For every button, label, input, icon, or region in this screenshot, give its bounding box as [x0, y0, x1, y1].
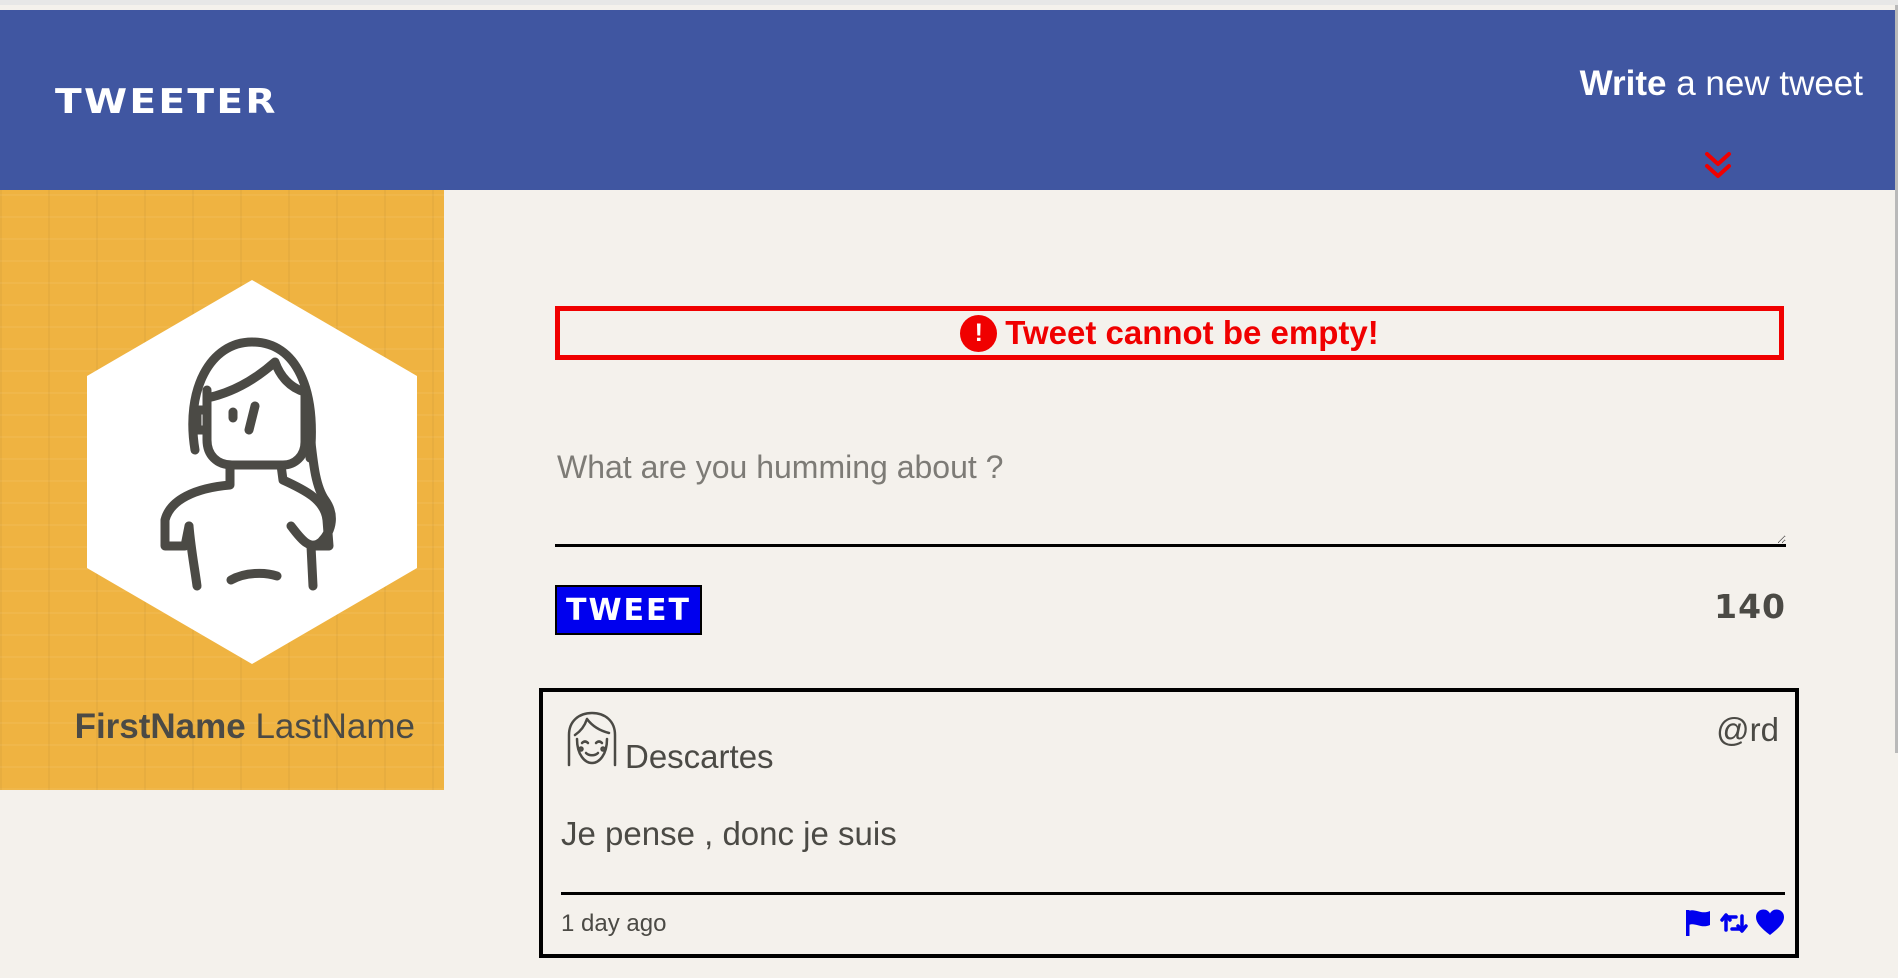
- tweet-body: Je pense , donc je suis: [561, 815, 897, 852]
- heart-icon[interactable]: [1755, 908, 1785, 938]
- app-frame: TWEETER Write a new tweet FirstName Last…: [0, 0, 1898, 978]
- brand-logo: TWEETER: [55, 82, 278, 122]
- profile-name: FirstName LastName: [75, 707, 415, 747]
- tweet-button[interactable]: TWEET: [555, 585, 702, 635]
- retweet-icon[interactable]: [1719, 908, 1749, 938]
- tweet-author-handle: @rd: [1716, 711, 1779, 748]
- tweet-card: Descartes @rd Je pense , donc je suis 1 …: [539, 688, 1799, 958]
- tweet-timestamp: 1 day ago: [561, 910, 667, 937]
- alert-icon: !: [960, 314, 998, 352]
- profile-panel: FirstName LastName: [0, 190, 444, 790]
- tweet-author-name: Descartes: [625, 738, 774, 775]
- char-counter: 140: [1714, 587, 1786, 626]
- tweet-divider: [561, 892, 1785, 895]
- flag-icon[interactable]: [1683, 908, 1713, 938]
- error-message: Tweet cannot be empty!: [1005, 314, 1379, 351]
- compose-toggle[interactable]: Write a new tweet: [1580, 64, 1863, 104]
- double-chevron-down-icon[interactable]: [1701, 148, 1735, 184]
- tweet-actions: [1683, 908, 1785, 938]
- top-nav: TWEETER Write a new tweet: [0, 10, 1895, 190]
- user-avatar-icon: [567, 711, 617, 767]
- compose-label-bold: Write: [1579, 64, 1667, 103]
- profile-last-name: LastName: [255, 707, 415, 746]
- profile-first-name: FirstName: [74, 707, 246, 746]
- user-avatar-icon: [87, 280, 417, 664]
- error-banner: ! Tweet cannot be empty!: [555, 306, 1784, 360]
- compose-label-rest: a new tweet: [1666, 64, 1863, 103]
- tweet-input[interactable]: [555, 427, 1786, 547]
